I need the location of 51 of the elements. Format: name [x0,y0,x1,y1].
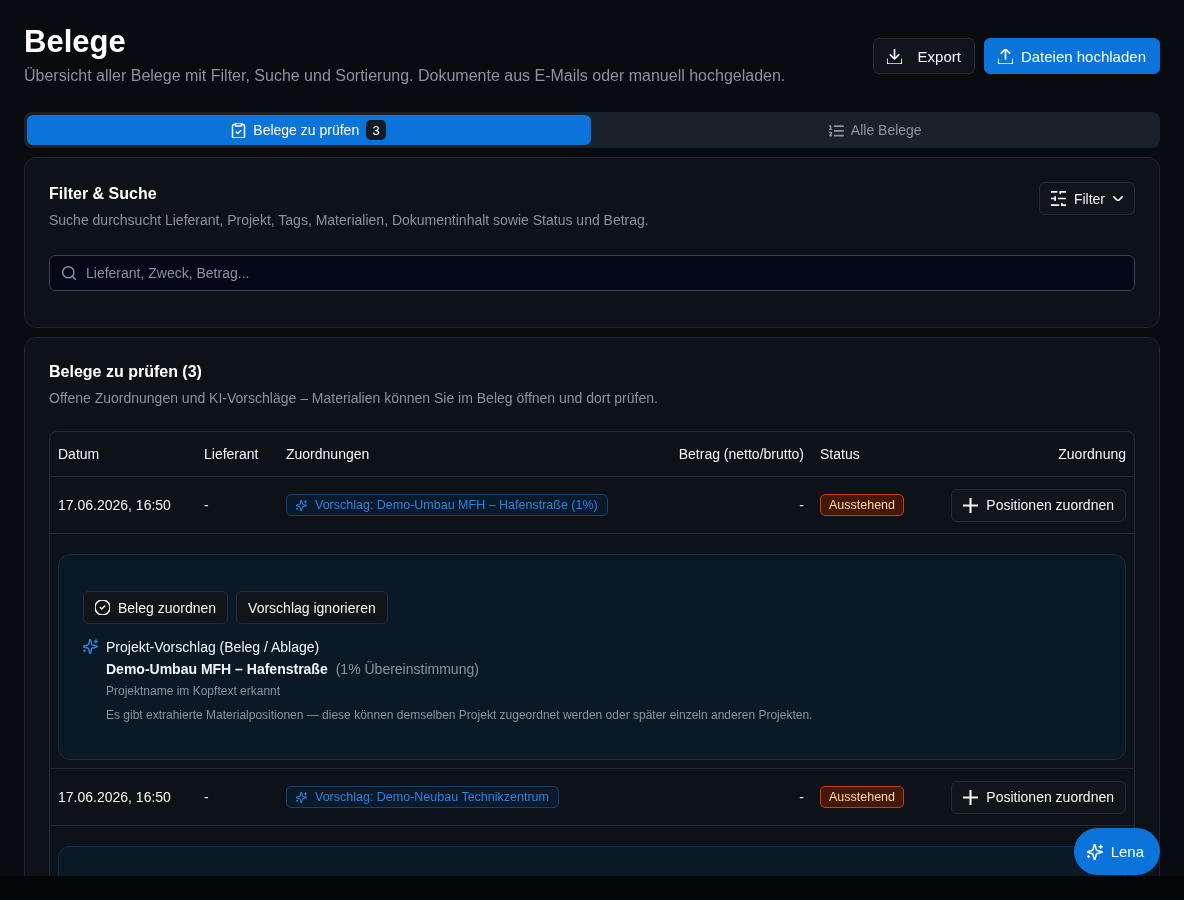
date-cell: 17.06.2026, 16:50 [58,497,171,513]
tab[interactable]: Belege zu prüfen 3 [27,115,591,145]
search-icon [62,266,76,280]
suggestion-reason: Projektname im Kopftext erkannt [106,683,282,700]
column-header: Zuordnungen [286,446,370,462]
suggestion-heading: Projekt-Vorschlag (Beleg / Ablage) [106,638,321,657]
column-header: Status [820,446,860,462]
card-description: Suche durchsucht Lieferant, Projekt, Tags, Materialien, Dokumentinhalt sowie Status und Betrag. [49,211,649,230]
tag-label: Vorschlag: Demo-Neubau Technikzentrum [315,790,549,804]
export-button[interactable]: Export [872,38,975,74]
sparkle-icon [1086,843,1103,860]
column-header: Lieferant [204,446,259,462]
sparkle-icon [83,639,98,654]
assign-positions-button[interactable]: Positionen zuordnen [951,780,1126,814]
page-title: Belege [24,24,127,60]
plus-icon [963,497,979,513]
supplier-cell: - [204,789,209,805]
column-header: Zuordnung [1058,446,1126,462]
card-description: Offene Zuordnungen und KI-Vorschläge – Materialien können Sie im Beleg öffnen und dort prüfen. [49,389,659,408]
amount-cell: - [799,789,804,805]
status-badge: Ausstehend [820,494,905,516]
sparkle-icon [296,499,307,511]
card-title: Belege zu prüfen (3) [49,362,203,382]
date-cell: 17.06.2026, 16:50 [58,789,171,805]
supplier-cell: - [204,497,209,513]
tab[interactable]: Alle Belege [593,115,1157,145]
project-name: Demo-Umbau MFH – Hafenstraße [106,660,328,679]
clipboard-check-icon [231,122,247,138]
upload-icon [997,48,1013,64]
assign-receipt-button[interactable]: Beleg zuordnen [83,591,229,624]
amount-cell: - [799,497,804,513]
count-badge: 3 [366,120,387,140]
page-subtitle: Übersicht aller Belege mit Filter, Suche und Sortierung. Dokumente aus E-Mails oder manuell hochgeladen. [24,66,786,86]
sparkle-icon [296,791,307,803]
upload-button[interactable]: Dateien hochladen [983,38,1160,74]
sliders-icon [1050,191,1066,206]
chevron-down-icon [1113,196,1123,201]
match-score: (1% Übereinstimmung) [335,660,479,679]
assign-positions-button[interactable]: Positionen zuordnen [951,488,1126,522]
search-field[interactable]: Lieferant, Zweck, Betrag... [49,255,1135,291]
suggestion-note: Es gibt extrahierte Materialpositionen — diese können demselben Projekt zugeordnet werden oder später einzeln anderen Projekten. [106,707,813,724]
filter-button[interactable]: Filter [1038,182,1135,215]
card-title: Filter & Suche [49,184,158,204]
column-header: Datum [58,446,100,462]
list-icon [828,122,844,138]
ignore-suggestion-button[interactable]: Vorschlag ignorieren [236,591,388,624]
plus-icon [963,789,979,805]
tag-label: Vorschlag: Demo-Umbau MFH – Hafenstraße (1%) [315,498,598,512]
download-icon [886,48,902,64]
column-header: Betrag (netto/brutto) [678,446,804,462]
status-badge: Ausstehend [820,786,905,808]
